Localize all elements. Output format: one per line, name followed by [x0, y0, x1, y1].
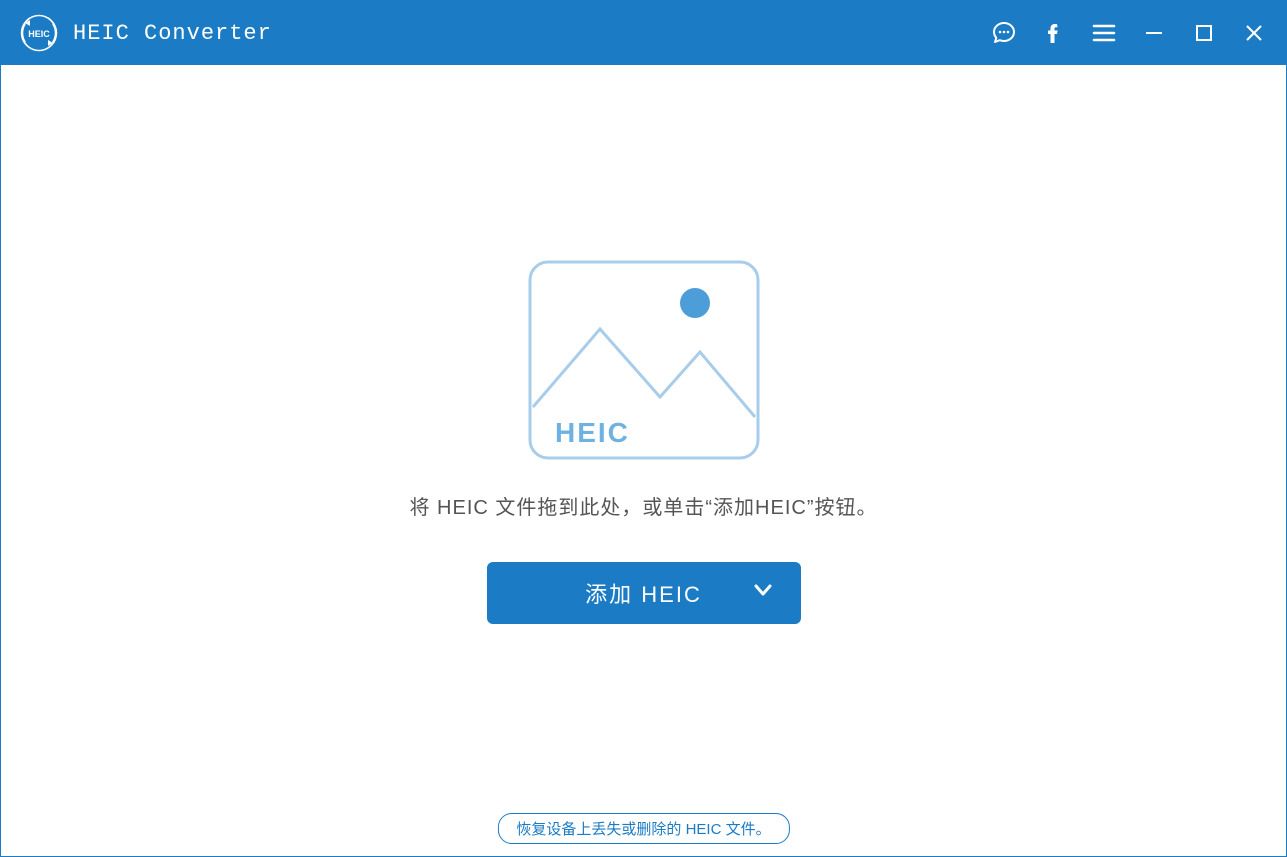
app-logo-icon: HEIC [19, 13, 59, 53]
titlebar: HEIC HEIC Converter [1, 1, 1286, 65]
minimize-icon[interactable] [1140, 19, 1168, 47]
titlebar-left: HEIC HEIC Converter [19, 13, 272, 53]
drop-area[interactable]: HEIC 将 HEIC 文件拖到此处，或单击“添加HEIC”按钮。 添加 HEI… [410, 257, 878, 624]
maximize-icon[interactable] [1190, 19, 1218, 47]
instruction-text: 将 HEIC 文件拖到此处，或单击“添加HEIC”按钮。 [410, 491, 878, 520]
heic-image-icon: HEIC [525, 257, 763, 463]
app-window: HEIC HEIC Converter [0, 0, 1287, 857]
chevron-down-icon[interactable] [751, 578, 775, 608]
close-icon[interactable] [1240, 19, 1268, 47]
svg-text:HEIC: HEIC [28, 29, 50, 39]
app-title: HEIC Converter [73, 21, 272, 46]
svg-text:HEIC: HEIC [555, 417, 630, 448]
menu-icon[interactable] [1090, 19, 1118, 47]
add-button-label: 添加 HEIC [585, 577, 702, 609]
main-content: HEIC 将 HEIC 文件拖到此处，或单击“添加HEIC”按钮。 添加 HEI… [1, 65, 1286, 856]
add-heic-button[interactable]: 添加 HEIC [487, 562, 801, 624]
chat-icon[interactable] [990, 19, 1018, 47]
recover-files-link[interactable]: 恢复设备上丢失或删除的 HEIC 文件。 [497, 813, 789, 844]
facebook-icon[interactable] [1040, 19, 1068, 47]
titlebar-right [990, 19, 1268, 47]
